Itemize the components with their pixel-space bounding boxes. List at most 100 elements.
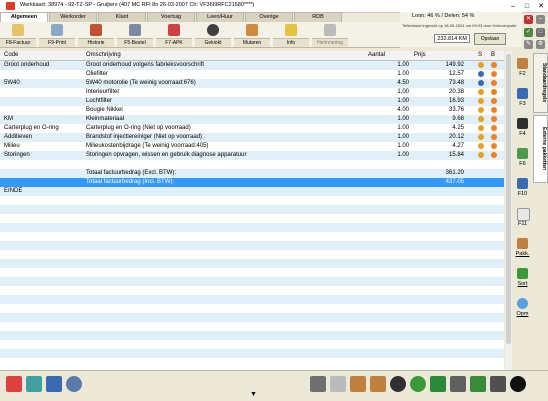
table-row[interactable]: Carterplug en O-ring Carterplug en O-ring… bbox=[0, 124, 504, 133]
collapse-arrow-icon[interactable]: ▼ bbox=[250, 391, 257, 398]
table-row[interactable] bbox=[0, 250, 504, 259]
header-prijs[interactable]: Prijs bbox=[414, 52, 426, 58]
table-row[interactable] bbox=[0, 223, 504, 232]
f4-button[interactable]: F4 bbox=[512, 116, 533, 144]
f3-button[interactable]: F3 bbox=[512, 86, 533, 114]
drop-icon[interactable] bbox=[510, 376, 526, 392]
table-row[interactable] bbox=[0, 259, 504, 268]
euro-icon[interactable] bbox=[430, 376, 446, 392]
report-icon[interactable] bbox=[470, 376, 486, 392]
header-s[interactable]: S bbox=[478, 52, 482, 58]
tab-standaardregels[interactable]: Standaardregels bbox=[533, 53, 548, 113]
table-row[interactable]: Totaal factuurbedrag (Incl. BTW): 437.05 bbox=[0, 178, 504, 187]
header-aantal[interactable]: Aantal bbox=[368, 52, 385, 58]
maximize-button[interactable]: □ bbox=[520, 0, 534, 12]
table-row[interactable]: KM Kleinmateriaal 1.00 9.68 bbox=[0, 115, 504, 124]
table-row[interactable]: 5W40 5W40 motorolie (Te weinig voorraad:6… bbox=[0, 79, 504, 88]
table-row[interactable] bbox=[0, 322, 504, 331]
table-row[interactable]: Milieu Milieukostenbijdrage (Te weinig vo… bbox=[0, 142, 504, 151]
close-card-icon[interactable]: ✕ bbox=[524, 15, 533, 24]
tab-leen-huur[interactable]: Leen/Huur bbox=[196, 12, 244, 22]
geklokt-button[interactable]: Gekiokt bbox=[195, 22, 231, 47]
close-button[interactable]: ✕ bbox=[534, 0, 548, 12]
document-icon[interactable] bbox=[450, 376, 466, 392]
grid-icon[interactable] bbox=[46, 376, 62, 392]
wrench-icon[interactable] bbox=[370, 376, 386, 392]
minimize-button[interactable]: – bbox=[506, 0, 520, 12]
table-row[interactable] bbox=[0, 340, 504, 349]
header-b[interactable]: B bbox=[491, 52, 495, 58]
print-button[interactable]: F9-Print bbox=[39, 22, 75, 47]
info-button[interactable]: Info bbox=[273, 22, 309, 47]
mutaren-button[interactable]: Mutaren bbox=[234, 22, 270, 47]
tab-algemeen[interactable]: Algemeen bbox=[0, 12, 48, 22]
tab-klant[interactable]: Klant bbox=[98, 12, 146, 22]
minus-icon[interactable] bbox=[66, 376, 82, 392]
table-row[interactable] bbox=[0, 349, 504, 358]
table-row[interactable]: Totaal factuurbedrag (Excl. BTW): 361.20 bbox=[0, 169, 504, 178]
table-row[interactable] bbox=[0, 214, 504, 223]
pakk-button[interactable]: Pakk. bbox=[512, 236, 533, 264]
table-row[interactable]: Additieven Brandstof injectiereiniger (Ni… bbox=[0, 133, 504, 142]
table-row[interactable] bbox=[0, 331, 504, 340]
total-excl-value: 361.20 bbox=[445, 170, 464, 176]
table-row[interactable] bbox=[0, 358, 504, 367]
sort-button[interactable]: Sort bbox=[512, 266, 533, 294]
table-row[interactable] bbox=[0, 160, 504, 169]
f11-button[interactable]: F11 bbox=[512, 206, 533, 234]
header-omschrijving[interactable]: Omschrijving bbox=[86, 52, 121, 58]
tab-externe-pakketten[interactable]: Externe pakketten bbox=[533, 115, 548, 183]
factuur-button[interactable]: F8-Factuur bbox=[0, 22, 36, 47]
reload-icon[interactable] bbox=[410, 376, 426, 392]
f10-button[interactable]: F10 bbox=[512, 176, 533, 204]
table-row[interactable] bbox=[0, 241, 504, 250]
bottom-toolbar: ▼ bbox=[0, 370, 548, 401]
table-row[interactable] bbox=[0, 232, 504, 241]
historie-button[interactable]: Historie bbox=[78, 22, 114, 47]
apk-button[interactable]: F7-APK bbox=[156, 22, 192, 47]
square-icon[interactable]: □ bbox=[536, 28, 545, 37]
table-row[interactable] bbox=[0, 277, 504, 286]
table-row[interactable]: Storingen Storingen opvragen, wissen en g… bbox=[0, 151, 504, 160]
stopwatch-icon[interactable] bbox=[390, 376, 406, 392]
table-row[interactable] bbox=[0, 295, 504, 304]
km-input[interactable]: 232.814 KM bbox=[434, 34, 470, 43]
table-row[interactable]: EINDE bbox=[0, 187, 504, 196]
table-row[interactable] bbox=[0, 313, 504, 322]
min-card-icon[interactable]: – bbox=[536, 15, 545, 24]
flags-icon[interactable] bbox=[6, 376, 22, 392]
herinnering-button[interactable]: Herinnering bbox=[312, 22, 348, 47]
cell-price: 33.76 bbox=[448, 107, 464, 113]
tools-icon[interactable] bbox=[350, 376, 366, 392]
order-status-icon bbox=[491, 71, 497, 77]
f6-button[interactable]: F6 bbox=[512, 146, 533, 174]
table-row[interactable]: Groot onderhoud Groot onderhoud volgens f… bbox=[0, 61, 504, 70]
tab-rdb[interactable]: RDB bbox=[294, 12, 342, 22]
table-row[interactable]: Interieurfilter 1.00 20.38 bbox=[0, 88, 504, 97]
card-icon[interactable] bbox=[26, 376, 42, 392]
cell-price: 4.25 bbox=[452, 125, 464, 131]
settings-icon[interactable]: ⚙ bbox=[536, 40, 545, 49]
opslaan-button[interactable]: Opslaan bbox=[474, 33, 506, 45]
table-row[interactable] bbox=[0, 304, 504, 313]
grid-scrollbar[interactable] bbox=[505, 51, 512, 370]
table-row[interactable]: Oliefilter 1.00 12.57 bbox=[0, 70, 504, 79]
table-row[interactable] bbox=[0, 268, 504, 277]
table-row[interactable] bbox=[0, 196, 504, 205]
table-row[interactable]: Luchtfilter 1.00 16.93 bbox=[0, 97, 504, 106]
scrollbar-thumb[interactable] bbox=[506, 54, 511, 344]
tab-overige[interactable]: Overige bbox=[245, 12, 293, 22]
tab-werkorder[interactable]: Werkorder bbox=[49, 12, 97, 22]
tab-voertuig[interactable]: Voertuig bbox=[147, 12, 195, 22]
check-disabled-icon[interactable] bbox=[330, 376, 346, 392]
order-status-icon bbox=[491, 89, 497, 95]
bestel-button[interactable]: F5-Bestel bbox=[117, 22, 153, 47]
opm-button[interactable]: Opm bbox=[512, 296, 533, 324]
calculator-icon[interactable] bbox=[310, 376, 326, 392]
header-code[interactable]: Code bbox=[4, 52, 18, 58]
table-row[interactable] bbox=[0, 286, 504, 295]
printer-icon[interactable] bbox=[490, 376, 506, 392]
f2-button[interactable]: F2 bbox=[512, 56, 533, 84]
table-row[interactable]: Bougie Nikkel 4.00 33.76 bbox=[0, 106, 504, 115]
table-row[interactable] bbox=[0, 205, 504, 214]
